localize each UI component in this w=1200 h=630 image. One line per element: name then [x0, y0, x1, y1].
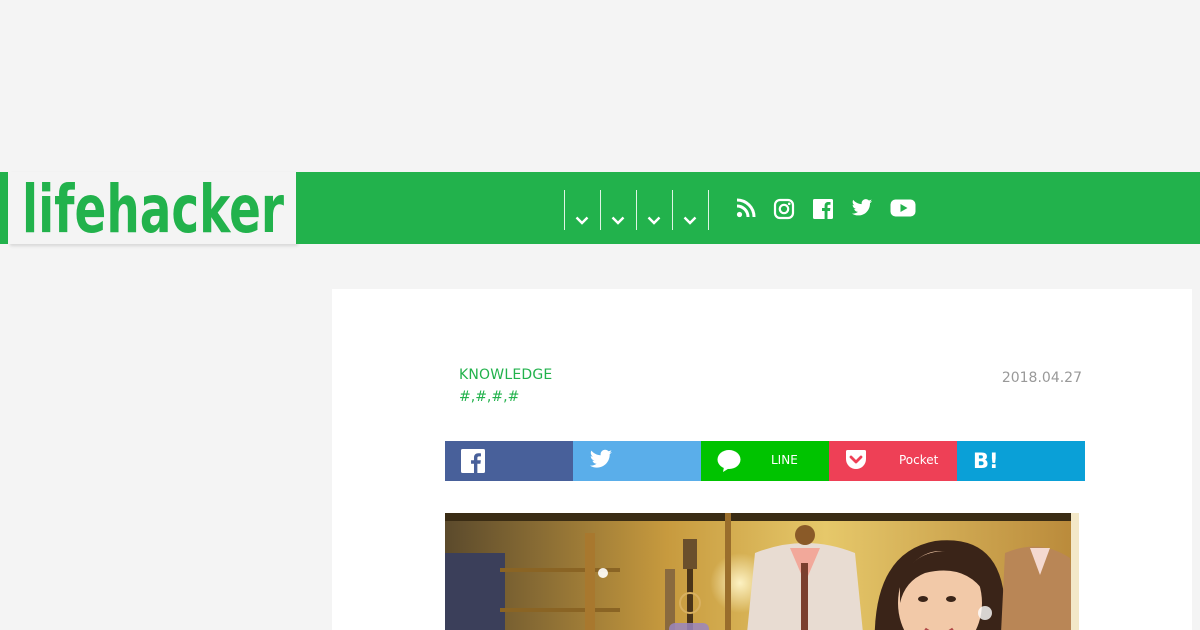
lifehacker-logo[interactable]: lifehacker: [22, 172, 292, 244]
chevron-down-icon: [647, 216, 661, 225]
instagram-link[interactable]: [773, 198, 795, 222]
facebook-link[interactable]: [812, 198, 834, 222]
facebook-icon: [461, 449, 485, 473]
share-twitter-button[interactable]: [573, 441, 701, 481]
nav-menu-item-3[interactable]: [636, 190, 672, 230]
article-hero-image: [445, 513, 1079, 630]
article-card: KNOWLEDGE #,#,#,# 2018.04.27 LINE Pocket…: [332, 289, 1192, 630]
youtube-icon: [890, 199, 916, 217]
youtube-link[interactable]: [890, 198, 916, 222]
share-pocket-button[interactable]: Pocket: [829, 441, 957, 481]
article-date: 2018.04.27: [1001, 370, 1082, 386]
twitter-icon: [851, 199, 873, 216]
share-line-button[interactable]: LINE: [701, 441, 829, 481]
main-navbar: [296, 172, 1200, 244]
twitter-icon: [590, 449, 612, 468]
share-facebook-button[interactable]: [445, 441, 573, 481]
logo-text: lifehacker: [22, 172, 284, 244]
nav-menu-item-1[interactable]: [564, 190, 600, 230]
tag-link[interactable]: #: [491, 389, 503, 405]
nav-menu-item-4[interactable]: [672, 190, 709, 230]
chevron-down-icon: [611, 216, 625, 225]
share-line-label: LINE: [771, 453, 798, 467]
svg-text:B!: B!: [973, 449, 999, 471]
page: lifehacker KNOWLEDGE #,#,#,# 2018.04.27 …: [0, 0, 1200, 630]
rss-link[interactable]: [736, 198, 756, 222]
hero-photo: [445, 513, 1079, 630]
share-pocket-label: Pocket: [899, 453, 939, 467]
nav-menu-item-2[interactable]: [600, 190, 636, 230]
tag-link[interactable]: #: [475, 389, 487, 405]
instagram-icon: [773, 198, 795, 220]
site-header: lifehacker: [0, 172, 1200, 244]
article-tags: #,#,#,#: [459, 389, 519, 405]
hatena-bookmark-icon: B!: [973, 449, 999, 471]
nav-menu: [564, 190, 709, 230]
pocket-icon: [846, 450, 866, 469]
tag-link[interactable]: #: [508, 389, 520, 405]
share-hatena-button[interactable]: B!: [957, 441, 1085, 481]
rss-icon: [736, 198, 756, 218]
chevron-down-icon: [575, 216, 589, 225]
social-links: [736, 198, 933, 222]
share-bar: LINE Pocket B!: [445, 441, 1085, 481]
logo-accent-bar: [0, 172, 8, 244]
facebook-icon: [813, 199, 833, 219]
chevron-down-icon: [683, 216, 697, 225]
tag-link[interactable]: #: [459, 389, 471, 405]
line-chat-icon: [717, 450, 741, 472]
article-category[interactable]: KNOWLEDGE: [459, 367, 552, 383]
logo-container[interactable]: lifehacker: [8, 172, 296, 244]
twitter-link[interactable]: [851, 198, 873, 222]
